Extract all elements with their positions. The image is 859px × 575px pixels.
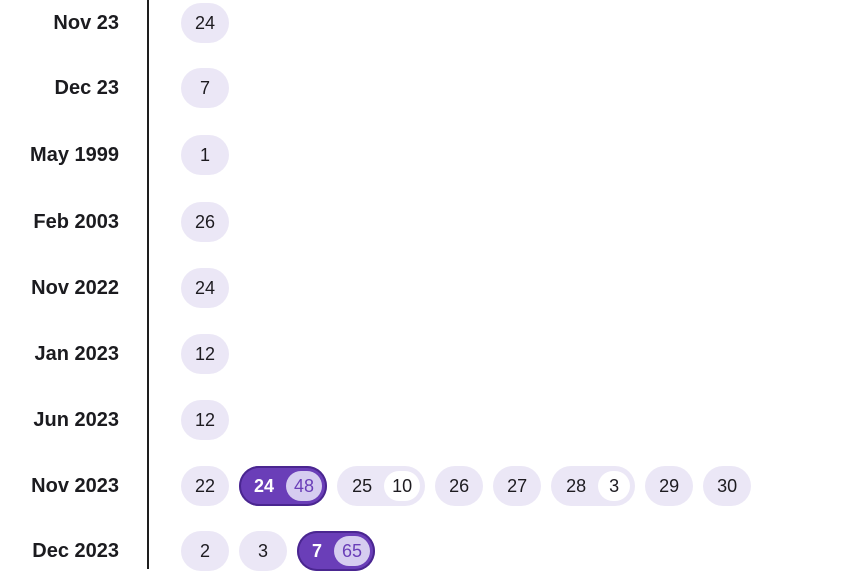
date-row: Jun 2023 12 [0,396,859,444]
day-chip-label: 25 [352,475,373,496]
day-chip-selected[interactable]: 7 65 [297,531,376,571]
day-chip-label: 1 [199,144,210,165]
day-chip[interactable]: 12 [181,334,229,374]
day-chip-count-badge: 65 [334,536,371,566]
day-chip[interactable]: 12 [181,400,229,440]
day-chip-group: 12 [181,396,229,444]
day-chip[interactable]: 22 [181,466,229,506]
day-chip-group: 1 [181,131,229,179]
date-row: Nov 2022 24 [0,264,859,312]
day-chip-label: 3 [257,540,268,561]
date-row: Feb 2003 26 [0,198,859,246]
day-chip[interactable]: 25 10 [337,466,426,506]
row-month-label: Nov 2022 [31,277,119,299]
day-chip[interactable]: 24 [181,268,229,308]
day-chip-label: 22 [194,475,216,496]
row-month-label: Dec 2023 [32,540,119,562]
day-chip-label: 30 [717,475,738,496]
row-month-label: Dec 23 [54,77,120,99]
day-chip[interactable]: 7 [181,68,229,108]
day-chip-label: 12 [194,343,216,364]
day-chip-count-badge: 10 [384,471,421,501]
day-chip[interactable]: 26 [435,466,484,506]
date-row: May 1999 1 [0,131,859,179]
day-chip-label: 29 [659,475,680,496]
day-chip-group: 12 [181,330,229,378]
day-chip[interactable]: 1 [181,135,229,175]
day-chip[interactable]: 3 [239,531,287,571]
day-chip[interactable]: 26 [181,202,229,242]
day-chip-label: 12 [194,409,216,430]
date-row: Nov 2023 22 24 48 25 10 26 27 28 3 29 30 [0,462,859,510]
row-month-label: May 1999 [30,144,119,166]
date-row: Dec 23 7 [0,64,859,112]
day-chip-label: 26 [194,211,216,232]
day-chip-label: 24 [194,12,216,33]
day-chip-count-badge: 3 [598,471,631,501]
day-chip-group: 24 [181,0,229,47]
day-chip-count-badge: 48 [286,471,323,501]
day-chip-group: 2 3 7 65 [181,527,376,575]
day-chip[interactable]: 27 [493,466,542,506]
day-chip-group: 26 [181,198,229,246]
row-month-label: Jun 2023 [33,409,119,431]
day-chip[interactable]: 28 3 [551,466,636,506]
day-chip-label: 24 [254,475,275,496]
day-chip-label: 7 [312,540,323,561]
day-chip-label: 26 [449,475,470,496]
day-chip-group: 7 [181,64,229,112]
day-chip[interactable]: 24 [181,3,229,43]
day-chip[interactable]: 2 [181,531,229,571]
row-month-label: Nov 23 [53,12,119,34]
date-row: Nov 23 24 [0,0,859,47]
row-month-label: Feb 2003 [33,211,119,233]
day-chip-label: 2 [199,540,210,561]
day-chip-group: 22 24 48 25 10 26 27 28 3 29 30 [181,462,752,510]
row-month-label: Jan 2023 [34,343,119,365]
day-chip-selected[interactable]: 24 48 [239,466,328,506]
date-row: Dec 2023 2 3 7 65 [0,527,859,575]
day-chip-label: 24 [194,277,216,298]
day-chip-label: 27 [507,475,528,496]
day-chip[interactable]: 29 [645,466,694,506]
row-month-label: Nov 2023 [31,475,119,497]
day-chip-label: 7 [199,77,210,98]
day-chip[interactable]: 30 [703,466,752,506]
date-row: Jan 2023 12 [0,330,859,378]
day-chip-label: 28 [566,475,587,496]
day-chip-group: 24 [181,264,229,312]
